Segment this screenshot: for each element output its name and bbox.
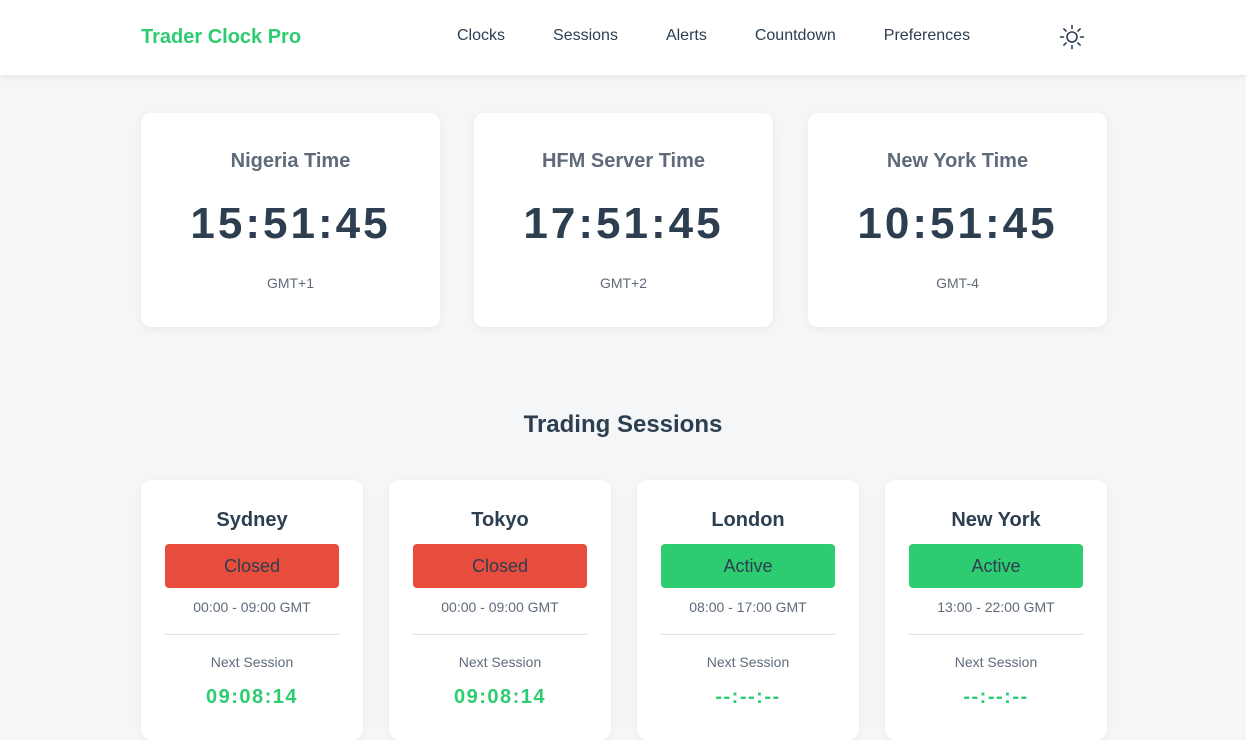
session-name: New York: [951, 509, 1041, 531]
clock-title: Nigeria Time: [230, 150, 351, 172]
session-name: Tokyo: [471, 509, 529, 531]
clock-card-hfm-server: HFM Server Time 17:51:45 GMT+2: [474, 113, 773, 327]
next-session-label: Next Session: [458, 654, 542, 670]
clock-title: New York Time: [886, 150, 1029, 172]
brand-logo-text[interactable]: Trader Clock Pro: [141, 26, 301, 49]
top-navbar: Trader Clock Pro Clocks Sessions Alerts …: [0, 0, 1246, 75]
next-session-label: Next Session: [210, 654, 294, 670]
clock-time: 17:51:45: [523, 199, 724, 248]
clock-card-nigeria: Nigeria Time 15:51:45 GMT+1: [141, 113, 440, 327]
nav-item-preferences[interactable]: Preferences: [884, 27, 970, 45]
session-hours: 00:00 - 09:00 GMT: [193, 599, 311, 615]
nav-item-sessions[interactable]: Sessions: [553, 27, 618, 45]
next-session-label: Next Session: [954, 654, 1038, 670]
session-name: London: [711, 509, 785, 531]
clock-time: 15:51:45: [190, 199, 391, 248]
session-status-badge[interactable]: Active: [909, 544, 1083, 588]
divider: [165, 634, 339, 635]
clock-card-new-york: New York Time 10:51:45 GMT-4: [808, 113, 1107, 327]
clock-offset: GMT+2: [599, 275, 648, 291]
session-hours: 00:00 - 09:00 GMT: [441, 599, 559, 615]
clock-time: 10:51:45: [857, 199, 1058, 248]
session-hours: 13:00 - 22:00 GMT: [937, 599, 1055, 615]
nav-menu: Clocks Sessions Alerts Countdown Prefere…: [457, 27, 970, 45]
sessions-section-title: Trading Sessions: [523, 411, 723, 438]
nav-item-countdown[interactable]: Countdown: [755, 27, 836, 45]
session-card-sydney: Sydney Closed 00:00 - 09:00 GMT Next Ses…: [141, 480, 363, 740]
session-card-new-york: New York Active 13:00 - 22:00 GMT Next S…: [885, 480, 1107, 740]
session-card-london: London Active 08:00 - 17:00 GMT Next Ses…: [637, 480, 859, 740]
session-status-badge[interactable]: Active: [661, 544, 835, 588]
session-name: Sydney: [216, 509, 288, 531]
next-session-countdown: 09:08:14: [453, 686, 547, 708]
next-session-countdown: --:--:--: [715, 686, 781, 708]
clock-offset: GMT+1: [266, 275, 315, 291]
next-session-countdown: --:--:--: [963, 686, 1029, 708]
divider: [661, 634, 835, 635]
next-session-label: Next Session: [706, 654, 790, 670]
nav-item-alerts[interactable]: Alerts: [666, 27, 707, 45]
session-card-tokyo: Tokyo Closed 00:00 - 09:00 GMT Next Sess…: [389, 480, 611, 740]
nav-item-clocks[interactable]: Clocks: [457, 27, 505, 45]
clock-title: HFM Server Time: [541, 150, 706, 172]
session-hours: 08:00 - 17:00 GMT: [689, 599, 807, 615]
session-status-badge[interactable]: Closed: [165, 544, 339, 588]
next-session-countdown: 09:08:14: [205, 686, 299, 708]
session-status-badge[interactable]: Closed: [413, 544, 587, 588]
clock-offset: GMT-4: [936, 275, 979, 291]
divider: [413, 634, 587, 635]
divider: [909, 634, 1083, 635]
theme-toggle-button[interactable]: [1059, 24, 1085, 50]
sun-icon: [1059, 24, 1085, 50]
